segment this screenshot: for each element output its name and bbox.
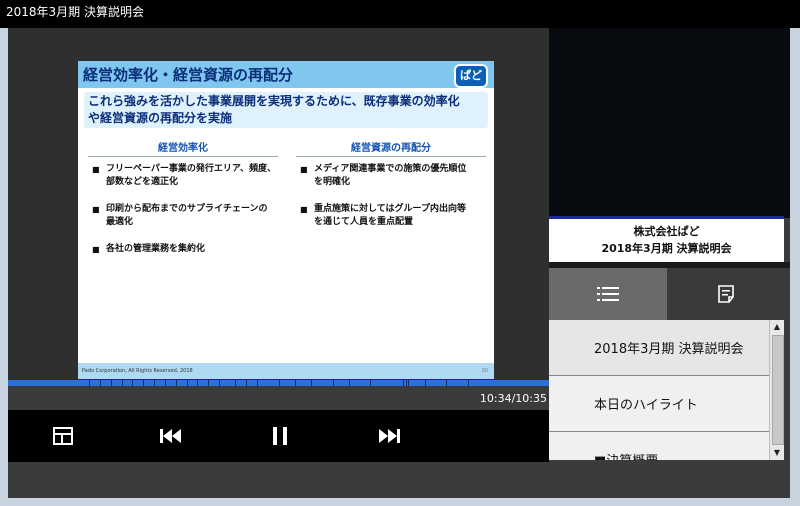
list-item: 各社の管理業務を集約化 bbox=[92, 243, 282, 256]
speaker-video[interactable] bbox=[549, 28, 790, 218]
bottom-area bbox=[8, 462, 790, 498]
layout-button[interactable] bbox=[50, 424, 76, 448]
player-controls bbox=[8, 410, 549, 462]
scrollbar-thumb[interactable] bbox=[772, 335, 784, 445]
layout-icon bbox=[53, 427, 73, 445]
chapter-item[interactable]: 本日のハイライト bbox=[549, 376, 769, 432]
window-title: 2018年3月期 決算説明会 bbox=[6, 5, 144, 19]
pause-button[interactable] bbox=[267, 424, 293, 448]
chapter-item[interactable]: 2018年3月期 決算説明会 bbox=[549, 320, 769, 376]
tab-chapter-list[interactable] bbox=[549, 268, 667, 320]
right-column-list: メディア関連事業での施策の優先順位を明確化 重点施策に対してはグループ内出向等を… bbox=[300, 163, 490, 243]
skip-back-icon bbox=[160, 429, 181, 443]
list-icon bbox=[597, 287, 619, 301]
scroll-down-icon[interactable]: ▼ bbox=[770, 446, 784, 460]
list-item: メディア関連事業での施策の優先順位を明確化 bbox=[300, 163, 490, 189]
slide-page-number: 20 bbox=[481, 368, 488, 374]
notes-icon bbox=[717, 285, 734, 303]
right-column-heading: 経営資源の再配分 bbox=[296, 139, 486, 157]
title-bar: 2018年3月期 決算説明会 bbox=[0, 0, 800, 28]
slide-subtitle-line2: や経営資源の再配分を実施 bbox=[88, 111, 233, 125]
previous-slide-button[interactable] bbox=[158, 424, 184, 448]
caption-company: 株式会社ぱど bbox=[633, 225, 700, 238]
slide-title: 経営効率化・経営資源の再配分 bbox=[83, 66, 294, 84]
left-column-list: フリーペーパー事業の発行エリア、頻度、部数などを適正化 印刷から配布までのサプラ… bbox=[92, 163, 282, 270]
list-item: 印刷から配布までのサプライチェーンの最適化 bbox=[92, 203, 282, 229]
slide-header: 経営効率化・経営資源の再配分 ぱど bbox=[78, 61, 494, 88]
slide-copyright: Pado Corporation, All Rights Reserved, 2… bbox=[82, 368, 193, 374]
chapter-item[interactable]: ■決算概要 bbox=[549, 432, 769, 460]
next-slide-button[interactable] bbox=[376, 424, 402, 448]
time-bar: 10:34/10:35 bbox=[8, 386, 549, 410]
list-item: 重点施策に対してはグループ内出向等を通じて人員を重点配置 bbox=[300, 203, 490, 229]
playback-time: 10:34/10:35 bbox=[479, 392, 547, 405]
player-window: 2018年3月期 決算説明会 経営効率化・経営資源の再配分 ぱど これら強みを活… bbox=[0, 0, 800, 506]
list-item: フリーペーパー事業の発行エリア、頻度、部数などを適正化 bbox=[92, 163, 282, 189]
left-column-heading: 経営効率化 bbox=[88, 139, 278, 157]
slide-stage: 経営効率化・経営資源の再配分 ぱど これら強みを活かした事業展開を実現するために… bbox=[8, 28, 549, 382]
chapter-list-scrollbar[interactable]: ▲ ▼ bbox=[769, 320, 784, 460]
pause-icon bbox=[273, 427, 287, 445]
tab-notes[interactable] bbox=[667, 268, 784, 320]
slide-subtitle-line1: これら強みを活かした事業展開を実現するために、既存事業の効率化 bbox=[88, 94, 460, 108]
panel-tabs bbox=[549, 268, 784, 320]
slide: 経営効率化・経営資源の再配分 ぱど これら強みを活かした事業展開を実現するために… bbox=[78, 61, 494, 379]
chapter-list: 2018年3月期 決算説明会 本日のハイライト ■決算概要 bbox=[549, 320, 769, 460]
slide-subtitle: これら強みを活かした事業展開を実現するために、既存事業の効率化 や経営資源の再配… bbox=[84, 92, 488, 128]
slide-footer: Pado Corporation, All Rights Reserved, 2… bbox=[78, 363, 494, 379]
caption-event: 2018年3月期 決算説明会 bbox=[601, 242, 732, 255]
scroll-up-icon[interactable]: ▲ bbox=[770, 320, 784, 334]
pado-logo: ぱど bbox=[454, 64, 488, 88]
skip-forward-icon bbox=[379, 429, 400, 443]
